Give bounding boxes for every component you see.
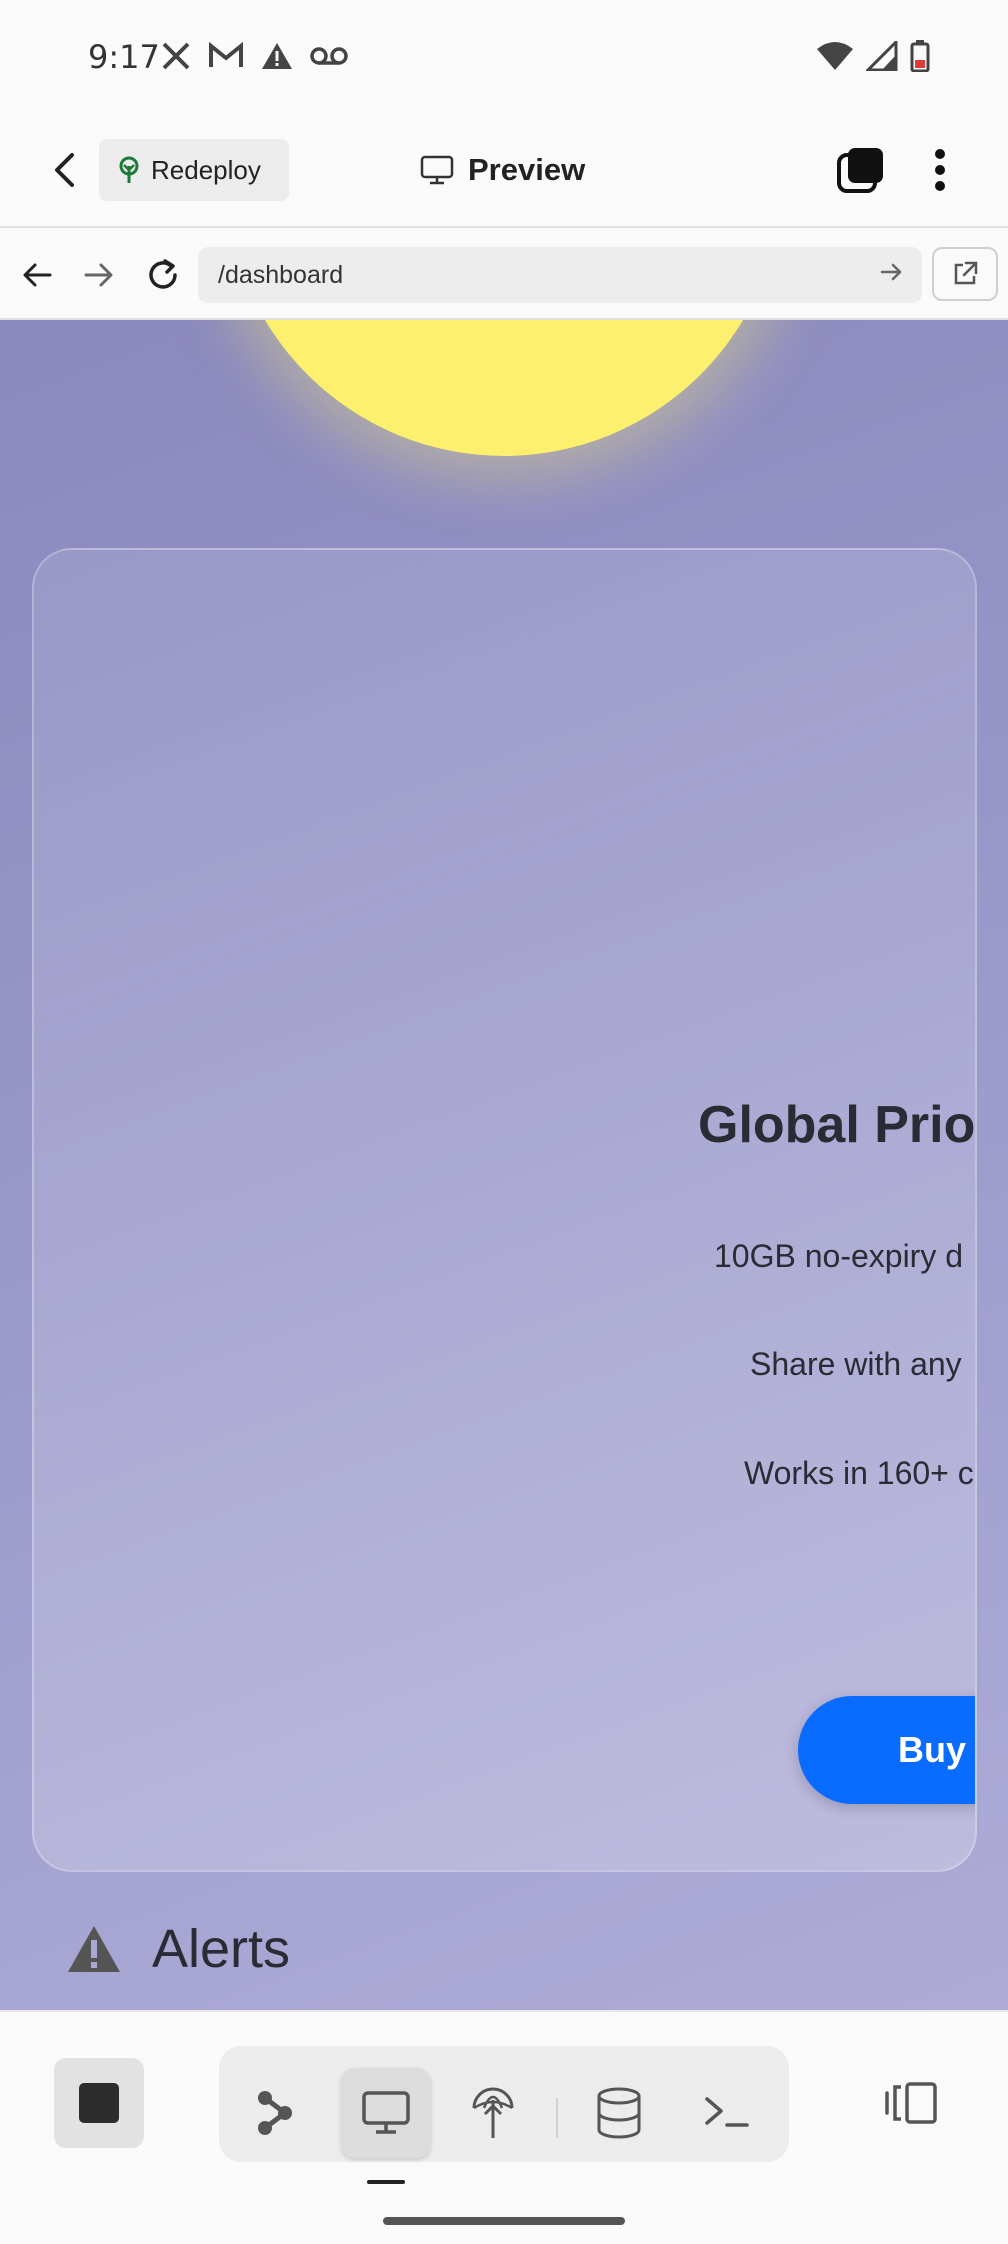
browser-back-button[interactable] [14,252,60,298]
alerts-header: Alerts [66,1918,290,1980]
terminal-icon [705,2097,749,2127]
external-link-icon [954,261,978,285]
browser-bar: /dashboard [0,230,1008,320]
arrow-left-icon [23,263,52,287]
page-title: Preview [420,145,585,195]
buy-label: Buy [898,1729,967,1770]
warning-icon [260,41,294,76]
database-button[interactable] [574,2068,664,2158]
desktop-icon [362,2091,410,2134]
chevron-left-icon [55,153,74,187]
redeploy-label: Redeploy [151,154,261,185]
nodes-icon [258,2091,292,2135]
promo-carousel-card[interactable]: Global Prior 10GB no-expiry d Share with… [32,548,977,1872]
stop-button[interactable] [54,2058,144,2148]
status-bar: 9:17 [0,0,1008,115]
reload-button[interactable] [140,252,186,298]
database-icon [597,2087,641,2139]
web-preview[interactable]: Global Prior 10GB no-expiry d Share with… [0,320,1008,2010]
browser-forward-button[interactable] [76,252,122,298]
app-header: Redeploy Preview [0,115,1008,228]
more-options-button[interactable] [922,145,958,195]
stop-icon [79,2083,119,2123]
nodes-button[interactable] [230,2068,320,2158]
url-text: /dashboard [218,260,344,289]
back-button[interactable] [42,145,88,195]
voicemail-icon [310,45,348,72]
battery-low-icon [910,40,930,77]
bottom-toolbar [0,2010,1008,2244]
tabs-button[interactable] [836,145,886,195]
tree-icon [119,156,139,183]
open-external-button[interactable] [932,247,998,301]
gmail-icon [208,41,244,75]
desktop-button[interactable] [341,2068,431,2158]
tabs-icon [837,148,883,193]
sun-decoration [226,320,782,456]
slide-feature: Works in 160+ c [744,1455,974,1491]
active-tab-indicator [367,2180,405,2184]
arrow-right-icon [84,263,113,287]
redeploy-button[interactable]: Redeploy [99,139,289,201]
x-icon [160,40,192,77]
monitor-icon [420,155,454,185]
panel-toggle-button[interactable] [866,2058,956,2148]
terminal-button[interactable] [682,2068,772,2158]
wifi-icon [816,41,854,76]
page-title-text: Preview [468,152,586,187]
slide-feature: 10GB no-expiry d [714,1238,964,1274]
buy-button[interactable]: Buy [798,1696,975,1804]
status-time: 9:17 [88,38,160,76]
slide-feature: Share with any [750,1346,962,1382]
alerts-title: Alerts [152,1919,291,1979]
signal-icon [864,38,898,76]
reload-icon [149,259,177,289]
publish-icon [472,2087,514,2138]
more-vertical-icon [935,149,945,191]
panel-icon [885,2082,937,2124]
url-input[interactable]: /dashboard [198,247,922,303]
warning-icon [68,1926,120,1972]
toolbar-divider [556,2098,558,2138]
go-arrow-icon[interactable] [880,261,904,290]
tool-group [219,2046,789,2162]
home-indicator[interactable] [383,2217,625,2225]
publish-button[interactable] [448,2068,538,2158]
slide-title: Global Prior [698,1096,977,1154]
